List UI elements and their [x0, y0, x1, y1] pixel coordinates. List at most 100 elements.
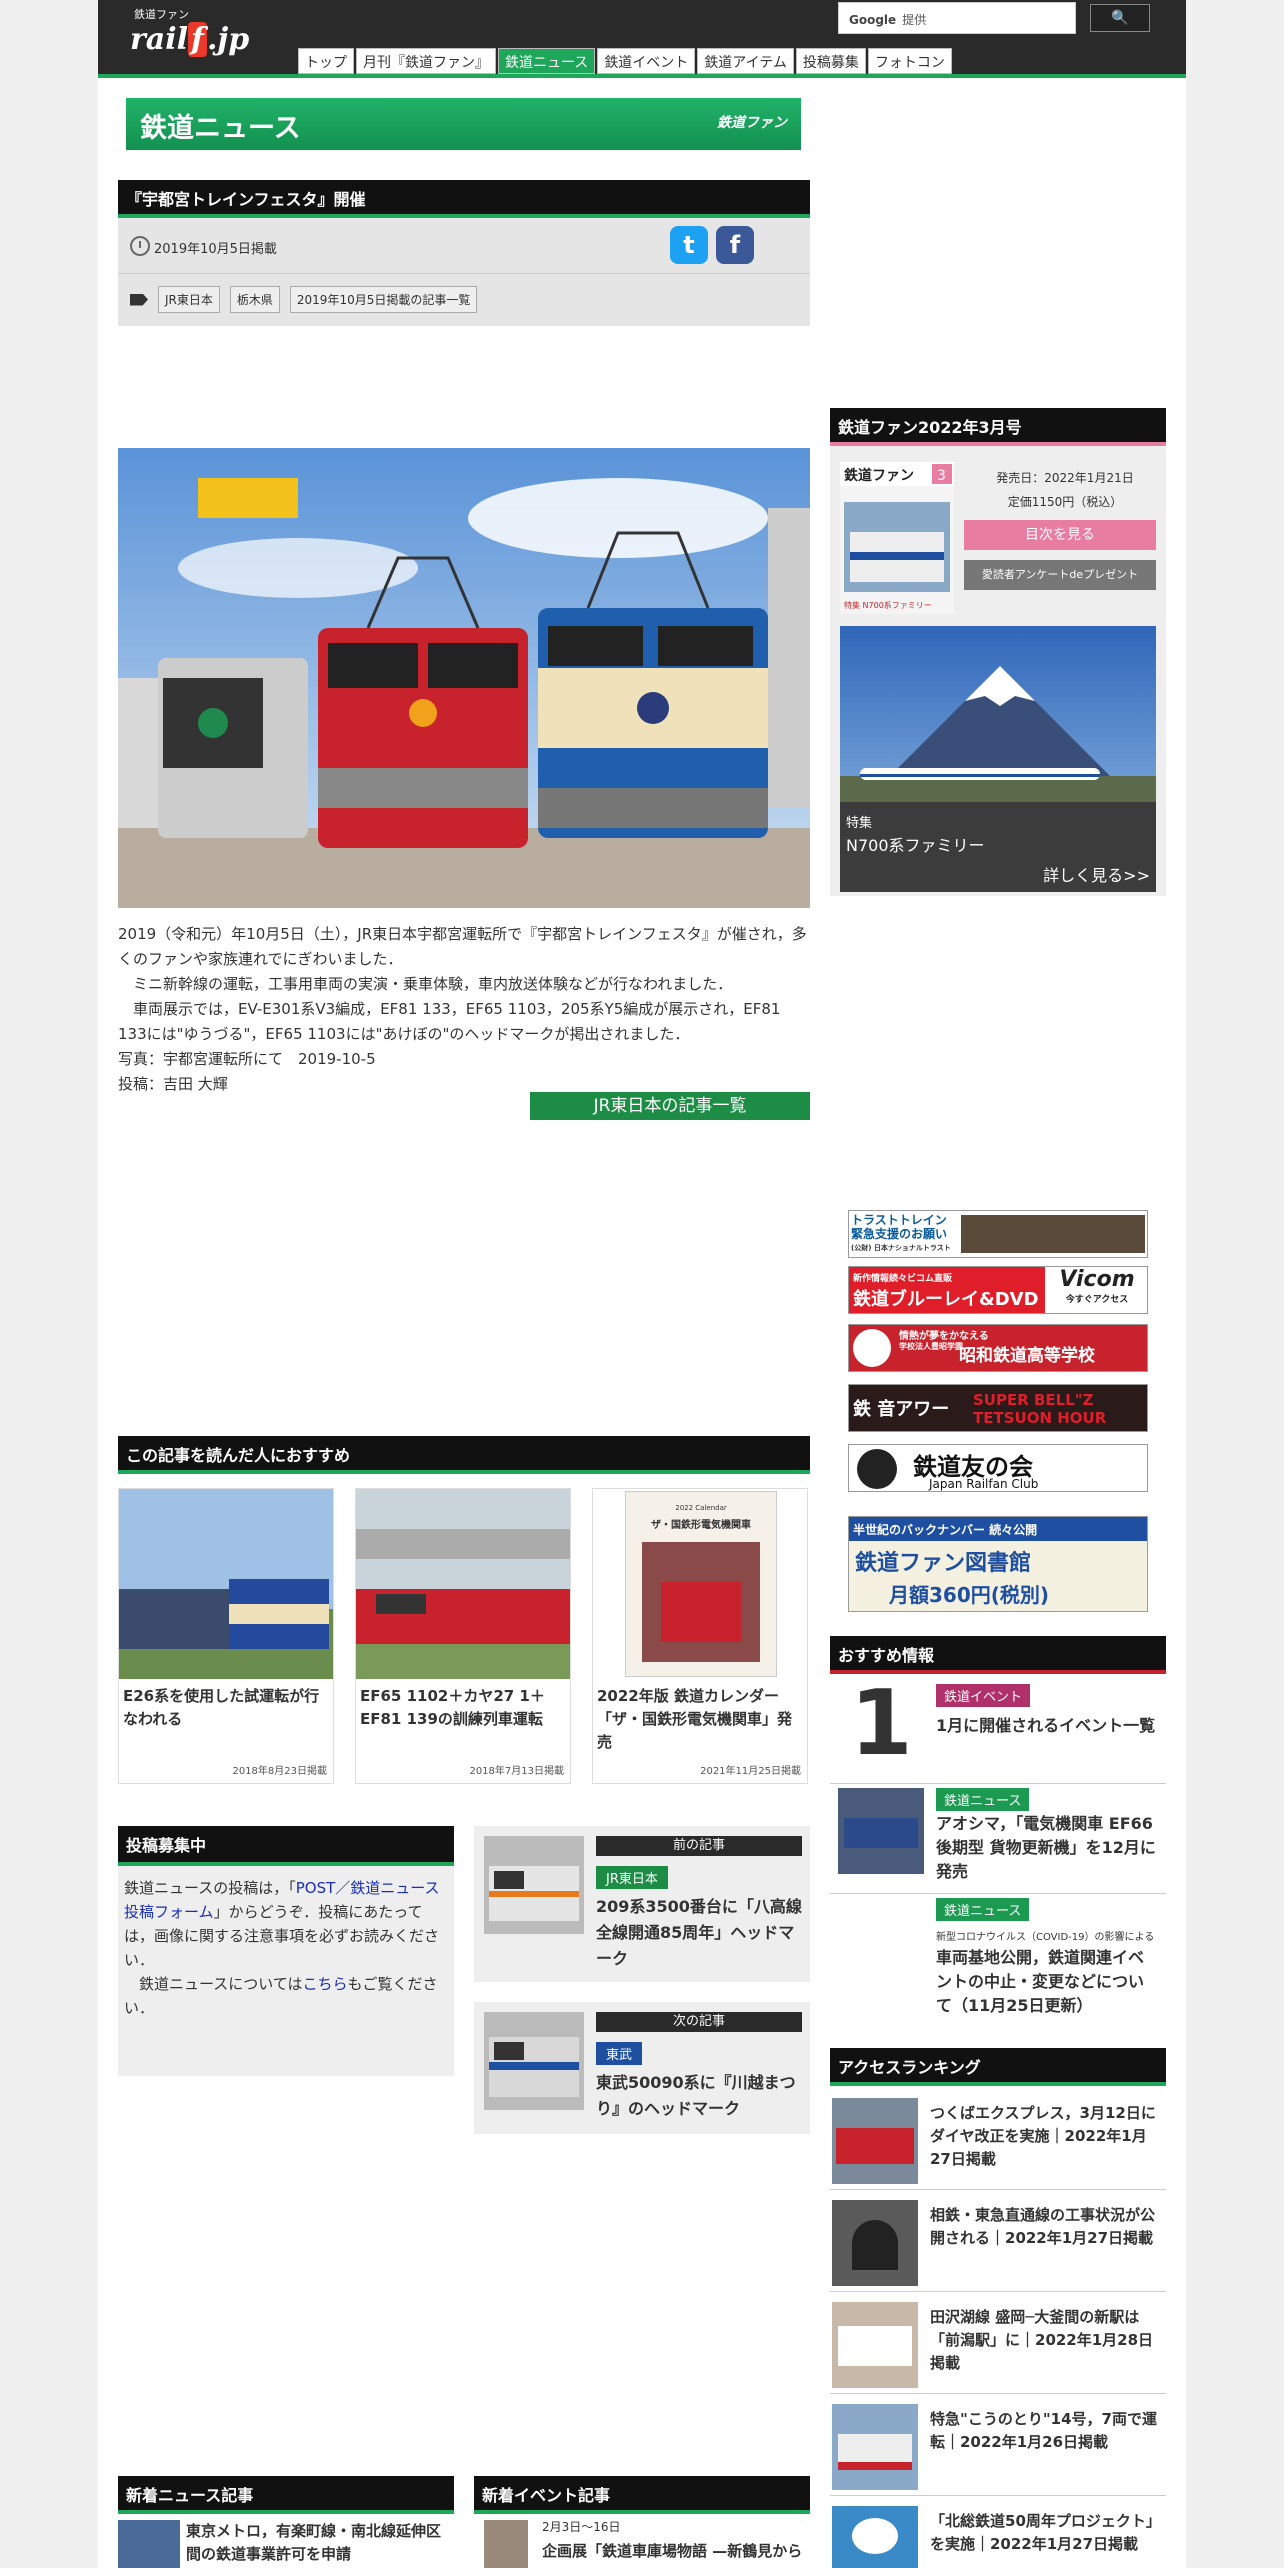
post-recruitment-box: 投稿募集中 鉄道ニュースの投稿は，「POST／鉄道ニュース投稿フォーム」からどう…	[118, 1826, 454, 2076]
tag-icon	[130, 293, 148, 306]
prev-article[interactable]: 前の記事 JR東日本 209系3500番台に「八高線全線開通85周年」ヘッドマー…	[474, 1826, 810, 1982]
ad-text: 半世紀のバックナンバー 続々公開	[853, 1523, 1038, 1537]
jr-east-articles-button[interactable]: JR東日本の記事一覧	[530, 1092, 810, 1120]
osusume-heading: おすすめ情報	[830, 1636, 1166, 1674]
ranking-thumbnail	[832, 2200, 918, 2286]
recommend-card[interactable]: E26系を使用した試運転が行なわれる 2018年8月23日掲載	[118, 1488, 334, 1784]
nav-top[interactable]: トップ	[298, 48, 354, 74]
cover-issue: 3	[937, 468, 946, 484]
next-article[interactable]: 次の記事 東武 東武50090系に『川越まつり』のヘッドマーク	[474, 2002, 810, 2134]
ranking-thumbnail	[832, 2404, 918, 2490]
ad-showa-school[interactable]: 情熱が夢をかなえる 学校法人豊昭学園 昭和鉄道高等学校	[848, 1324, 1148, 1372]
ad-trust-train[interactable]: トラストトレイン 緊急支援のお願い (公財) 日本ナショナルトラスト	[848, 1210, 1148, 1258]
banner-sub: 鉄道ファン	[717, 115, 787, 131]
facebook-share-icon[interactable]: f	[716, 226, 754, 264]
nav-item[interactable]: 鉄道アイテム	[697, 48, 794, 74]
article-date: 2019年10月5日掲載	[154, 242, 277, 257]
search-icon: 🔍	[1111, 10, 1129, 26]
post-text-part: 鉄道ニュースの投稿は，「	[124, 1879, 296, 1897]
ad-tetsuon-hour[interactable]: 鉄 音アワー SUPER BELL"Z TETSUON HOUR	[848, 1384, 1148, 1432]
ad-railfan-library[interactable]: 半世紀のバックナンバー 続々公開 鉄道ファン図書館 月額360円(税別)	[848, 1516, 1148, 1612]
club-emblem-icon	[857, 1449, 897, 1489]
post-text-part: 鉄道ニュースについては	[124, 1975, 303, 1993]
nav-event[interactable]: 鉄道イベント	[597, 48, 696, 74]
nav-post[interactable]: 投稿募集	[795, 48, 866, 74]
recommend-heading: この記事を読んだ人におすすめ	[118, 1436, 810, 1474]
feature-more-link[interactable]: 詳しく見る>>	[1043, 862, 1150, 886]
tag-link[interactable]: 2019年10月5日掲載の記事一覧	[289, 286, 478, 313]
next-title: 東武50090系に『川越まつり』のヘッドマーク	[596, 2073, 796, 2118]
ranking-item[interactable]: 相鉄・東急直通線の工事状況が公開される｜2022年1月27日掲載	[830, 2190, 1166, 2292]
recommend-card[interactable]: 2022 Calendar ザ・国鉄形電気機関車 2022年版 鉄道カレンダー「…	[592, 1488, 808, 1784]
next-thumbnail	[484, 2012, 584, 2110]
post-text: 鉄道ニュースの投稿は，「POST／鉄道ニュース投稿フォーム」からどうぞ．投稿にあ…	[118, 1866, 454, 2030]
ad-text: 月額360円(税別)	[889, 1583, 1050, 1607]
recommend-card[interactable]: EF65 1102＋カヤ27 1＋EF81 139の訓練列車運転 2018年7月…	[355, 1488, 571, 1784]
osusume-title: 車両基地公開，鉄道関連イベントの中止・変更などについて（11月25日更新）	[936, 1948, 1145, 2015]
survey-button[interactable]: 愛読者アンケートdeプレゼント	[964, 560, 1156, 590]
osusume-badge: 鉄道イベント	[936, 1684, 1031, 1707]
clock-icon	[130, 236, 150, 256]
nav-monthly[interactable]: 月刊『鉄道ファン』	[356, 48, 496, 74]
cover-feature: 特集 N700系ファミリー	[844, 600, 932, 610]
next-category: 東武	[596, 2042, 643, 2065]
ranking-title: 相鉄・東急直通線の工事状況が公開される｜2022年1月27日掲載	[930, 2206, 1156, 2247]
ranking-item[interactable]: 田沢湖線 盛岡─大釜間の新駅は「前潟駅」に｜2022年1月28日掲載	[830, 2292, 1166, 2394]
ad-text: 昭和鉄道高等学校	[959, 1346, 1095, 1366]
main-nav: トップ 月刊『鉄道ファン』 鉄道ニュース 鉄道イベント 鉄道アイテム 投稿募集 …	[298, 48, 952, 74]
osusume-item[interactable]: 1 鉄道イベント 1月に開催されるイベント一覧	[830, 1674, 1166, 1784]
news-about-link[interactable]: こちら	[303, 1975, 348, 1993]
ad-vicom[interactable]: 新作情報続々ビコム直販 鉄道ブルーレイ&DVD Vicom 今すぐアクセス	[848, 1266, 1148, 1314]
new-event-title: 企画展「鉄道車庫場物語 —新鶴見から	[542, 2542, 803, 2560]
recommend-caption: 2022年版 鉄道カレンダー「ザ・国鉄形電気機関車」発売	[597, 1687, 793, 1751]
osusume-item[interactable]: 鉄道ニュース 新型コロナウイルス（COVID-19）の影響による 車両基地公開，…	[830, 1894, 1166, 2024]
ad-railfan-club[interactable]: 鉄道友の会 Japan Railfan Club	[848, 1444, 1148, 1492]
ranking-title: 田沢湖線 盛岡─大釜間の新駅は「前潟駅」に｜2022年1月28日掲載	[930, 2308, 1154, 2372]
twitter-share-icon[interactable]: t	[670, 226, 708, 264]
prev-title: 209系3500番台に「八高線全線開通85周年」ヘッドマーク	[596, 1897, 802, 1968]
magazine-heading: 鉄道ファン2022年3月号	[830, 408, 1166, 446]
toc-button[interactable]: 目次を見る	[964, 520, 1156, 550]
feature-image[interactable]: 特集 N700系ファミリー 詳しく見る>>	[840, 626, 1156, 892]
osusume-item[interactable]: 鉄道ニュース アオシマ，「電気機関車 EF66 後期型 貨物更新機」を12月に発…	[830, 1784, 1166, 1894]
ad-text: 鉄道ファン図書館	[855, 1551, 1032, 1576]
ranking-item[interactable]: 特急"こうのとり"14号，7両で運転｜2022年1月26日掲載	[830, 2394, 1166, 2496]
search-suffix: 提供	[902, 13, 927, 27]
new-event-heading: 新着イベント記事	[474, 2476, 810, 2514]
ad-text: (公財) 日本ナショナルトラスト	[851, 1244, 951, 1252]
article-photo	[118, 448, 810, 908]
tag-link[interactable]: JR東日本	[158, 286, 220, 313]
osusume-badge: 鉄道ニュース	[936, 1788, 1030, 1811]
search-brand: Google	[849, 13, 897, 27]
prev-category: JR東日本	[596, 1866, 668, 1889]
calendar-year: 2022 Calendar	[675, 1504, 727, 1512]
ad-text: 緊急支援のお願い	[851, 1227, 948, 1241]
search-button[interactable]: 🔍	[1090, 4, 1150, 32]
site-logo[interactable]: 鉄道ファン rail f .jp	[130, 6, 249, 57]
nav-news[interactable]: 鉄道ニュース	[498, 48, 596, 74]
body-paragraph: 2019（令和元）年10月5日（土），JR東日本宇都宮運転所で『宇都宮トレインフ…	[118, 925, 807, 968]
next-label: 次の記事	[596, 2012, 802, 2032]
new-event-item[interactable]: 2月3日〜16日 企画展「鉄道車庫場物語 —新鶴見から	[474, 2518, 810, 2568]
magazine-cover[interactable]: 鉄道ファン 3 特集 N700系ファミリー	[840, 462, 954, 614]
ad-text: トラストトレイン	[851, 1213, 947, 1227]
logo-text: rail f .jp	[130, 22, 250, 57]
recommend-date: 2018年7月13日掲載	[469, 1766, 564, 1777]
body-paragraph: 車両展示では，EV-E301系V3編成，EF81 133，EF65 1103，2…	[118, 1000, 781, 1043]
ranking-item[interactable]: 「北総鉄道50周年プロジェクト」を実施｜2022年1月27日掲載	[830, 2496, 1166, 2568]
osusume-big-number: 1	[850, 1671, 913, 1776]
article-title: 『宇都宮トレインフェスタ』開催	[118, 180, 810, 218]
cover-title: 鉄道ファン	[844, 467, 914, 484]
search-input[interactable]: Google 提供	[838, 2, 1076, 34]
ad-brand: Vicom	[1059, 1267, 1135, 1292]
ad-text: 新作情報続々ビコム直販	[853, 1274, 953, 1284]
photo-credit: 写真：宇都宮運転所にて 2019-10-5	[118, 1050, 376, 1068]
nav-photocon[interactable]: フォトコン	[867, 48, 952, 74]
osusume-badge: 鉄道ニュース	[936, 1898, 1030, 1921]
tag-link[interactable]: 栃木県	[229, 286, 280, 313]
recommend-date: 2018年8月23日掲載	[232, 1766, 327, 1777]
ranking-item[interactable]: つくばエクスプレス，3月12日にダイヤ改正を実施｜2022年1月27日掲載	[830, 2088, 1166, 2190]
body-paragraph: ミニ新幹線の運転，工事用車両の実演・乗車体験，車内放送体験などが行なわれました．	[118, 975, 733, 993]
new-news-item[interactable]: 東京メトロ，有楽町線・南北線延伸区間の鉄道事業許可を申請	[118, 2518, 454, 2568]
new-event-date: 2月3日〜16日	[542, 2520, 621, 2534]
